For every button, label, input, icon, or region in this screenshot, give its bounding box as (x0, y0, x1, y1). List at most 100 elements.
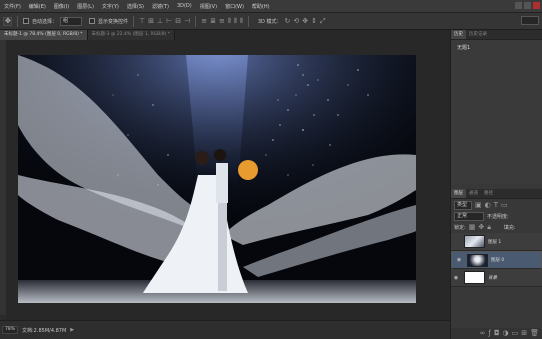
tab-history[interactable]: 历史 (451, 30, 466, 39)
canvas-image[interactable] (18, 55, 416, 303)
tab-paths[interactable]: 路径 (481, 189, 496, 198)
auto-select-label: 自动选择： (32, 18, 58, 25)
opacity-label: 不透明度: (487, 214, 509, 220)
layers-filter-row: 类型 ▣ ◐ T ▭ (451, 199, 542, 211)
align-left-icon[interactable]: ⊢ (166, 17, 172, 26)
tab-document-1[interactable]: 未标题-1 @ 78.4% (图层 0, RGB/8) * (0, 30, 88, 40)
layers-list: 图层 1 ◉ 图层 0 ◉ 背景 (451, 233, 542, 287)
filter-adjust-icon[interactable]: ◐ (485, 201, 491, 210)
eye-icon[interactable]: ◉ (454, 257, 464, 264)
menu-image[interactable]: 图像(I) (50, 3, 73, 10)
distribute-middle-icon[interactable]: ≣ (210, 17, 216, 26)
menu-bar: 文件(F) 编辑(E) 图像(I) 图层(L) 文字(Y) 选择(S) 滤镜(T… (0, 0, 542, 13)
panel-dock: 历史 历史记录 无题1 图层 通道 路径 类型 ▣ ◐ T ▭ 正常 不透明度:… (450, 30, 542, 339)
workspace-switcher[interactable] (521, 16, 539, 25)
3d-pan-icon[interactable]: ✥ (302, 17, 308, 26)
distribute-bottom-icon[interactable]: ≡ (219, 17, 225, 26)
3d-rotate-icon[interactable]: ↻ (284, 17, 290, 26)
align-middle-icon[interactable]: ⊞ (148, 17, 154, 26)
menu-window[interactable]: 窗口(W) (221, 3, 248, 10)
orange-dot (238, 160, 258, 180)
distribute-top-icon[interactable]: ≡ (201, 17, 207, 26)
tab-channels[interactable]: 通道 (466, 189, 481, 198)
tab-layers[interactable]: 图层 (451, 189, 466, 198)
wedding-photo (18, 55, 416, 303)
menu-file[interactable]: 文件(F) (0, 3, 25, 10)
history-panel-header: 历史 历史记录 (451, 30, 542, 40)
folder-icon[interactable]: ▭ (512, 329, 519, 338)
new-layer-icon[interactable]: ⊞ (521, 329, 527, 338)
3d-mode-label: 3D 模式： (257, 18, 282, 25)
menu-filter[interactable]: 滤镜(T) (148, 3, 173, 10)
lock-label: 锁定: (454, 225, 466, 231)
3d-scale-icon[interactable]: ⤢ (320, 17, 326, 26)
history-item[interactable]: 无题1 (457, 44, 536, 51)
lock-position-icon[interactable]: ✥ (478, 223, 484, 232)
tab-document-3[interactable]: 未标题-3 @ 22.4% (图层 1, RGB/8) * (87, 30, 175, 40)
align-right-icon[interactable]: ⊣ (184, 17, 190, 26)
auto-select-dropdown[interactable]: 组 (60, 16, 83, 26)
layer-name: 图层 1 (488, 239, 502, 245)
layer-row[interactable]: 图层 1 (451, 233, 542, 251)
eye-icon[interactable]: ◉ (451, 275, 461, 281)
maximize-button[interactable] (524, 2, 531, 9)
window-controls (515, 2, 540, 9)
separator (247, 15, 249, 27)
align-top-icon[interactable]: ⊤ (139, 17, 145, 26)
distribute-left-icon[interactable]: ⫴ (228, 17, 231, 26)
blend-mode-dropdown[interactable]: 正常 (454, 212, 484, 221)
blend-row: 正常 不透明度: (451, 211, 542, 222)
filter-type-icon[interactable]: T (494, 201, 498, 210)
adjustment-icon[interactable]: ◑ (503, 329, 509, 338)
document-tabs: 未标题-1 @ 78.4% (图层 0, RGB/8) * 未标题-3 @ 22… (0, 30, 450, 40)
mask-icon[interactable]: ◘ (494, 329, 500, 338)
lock-pixels-icon[interactable]: ▦ (469, 223, 476, 232)
minimize-button[interactable] (515, 2, 522, 9)
align-center-icon[interactable]: ⊟ (175, 17, 181, 26)
document-size: 文档:2.85M/4.87M (22, 327, 67, 334)
auto-select-checkbox[interactable] (23, 18, 29, 24)
menu-layer[interactable]: 图层(L) (73, 3, 98, 10)
kind-filter-dropdown[interactable]: 类型 (454, 200, 472, 210)
menu-help[interactable]: 帮助(H) (248, 3, 274, 10)
layer-name: 图层 0 (491, 257, 505, 263)
fill-label: 填充: (503, 225, 516, 231)
distribute-center-icon[interactable]: ⦀ (234, 17, 237, 26)
menu-select[interactable]: 选择(S) (123, 3, 148, 10)
options-bar: ✥ 自动选择： 组 显示变换控件 ⊤ ⊞ ⊥ ⊢ ⊟ ⊣ ≡ ≣ ≡ ⫴ ⦀ ⫴… (0, 13, 542, 30)
layer-name: 背景 (488, 275, 497, 281)
link-layers-icon[interactable]: ∞ (480, 329, 486, 338)
layer-thumbnail (464, 271, 485, 284)
close-button[interactable] (533, 2, 540, 9)
distribute-right-icon[interactable]: ⫴ (240, 17, 243, 26)
status-bar: 78% 文档:2.85M/4.87M ▶ (0, 320, 450, 339)
show-transform-checkbox[interactable] (89, 18, 96, 24)
move-tool-icon[interactable]: ✥ (3, 16, 12, 26)
layer-thumbnail (464, 235, 485, 248)
trash-icon[interactable]: 🗑︎ (530, 329, 539, 338)
separator (195, 15, 197, 27)
tab-history-log[interactable]: 历史记录 (466, 30, 490, 39)
menu-view[interactable]: 视图(V) (196, 3, 221, 10)
lock-row: 锁定: ▦ ✥ 🔒︎ 填充: (451, 222, 542, 233)
separator (17, 15, 18, 27)
3d-roll-icon[interactable]: ⟲ (293, 17, 299, 26)
layers-footer: ∞ ƒ ◘ ◑ ▭ ⊞ 🗑︎ (451, 328, 542, 339)
menu-type[interactable]: 文字(Y) (98, 3, 123, 10)
separator (133, 15, 135, 27)
layers-panel-header: 图层 通道 路径 (451, 189, 542, 199)
status-arrow-icon[interactable]: ▶ (70, 327, 74, 333)
align-bottom-icon[interactable]: ⊥ (157, 17, 163, 26)
zoom-field[interactable]: 78% (2, 326, 18, 334)
menu-edit[interactable]: 编辑(E) (25, 3, 50, 10)
3d-slide-icon[interactable]: ⇕ (311, 17, 317, 26)
filter-pixel-icon[interactable]: ▣ (475, 201, 482, 210)
layer-row[interactable]: ◉ 图层 0 (451, 251, 542, 269)
layer-row[interactable]: ◉ 背景 (451, 269, 542, 287)
show-transform-label: 显示变换控件 (98, 18, 129, 25)
menu-3d[interactable]: 3D(D) (173, 3, 196, 9)
layer-thumbnail (467, 253, 488, 267)
fx-icon[interactable]: ƒ (488, 329, 490, 338)
lock-all-icon[interactable]: 🔒︎ (487, 223, 491, 232)
filter-shape-icon[interactable]: ▭ (501, 201, 508, 210)
